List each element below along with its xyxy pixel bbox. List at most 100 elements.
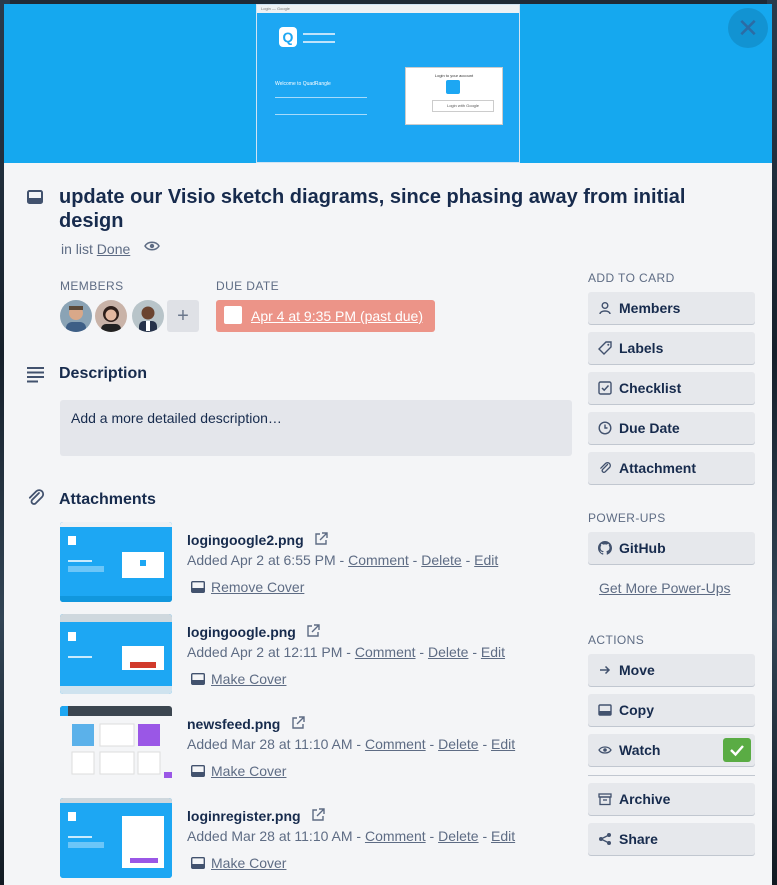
checklist-button[interactable]: Checklist — [588, 372, 755, 404]
attachment-delete-link[interactable]: Delete — [421, 552, 461, 568]
move-button-label: Move — [619, 662, 655, 678]
in-list-text: in list Done — [61, 241, 130, 257]
members-button-label: Members — [619, 300, 681, 316]
meta-separator: - — [478, 828, 492, 844]
due-complete-checkbox[interactable] — [224, 306, 242, 324]
share-button[interactable]: Share — [588, 823, 755, 855]
actions-divider — [588, 775, 755, 776]
due-date-button[interactable]: Due Date — [588, 412, 755, 444]
archive-icon — [598, 793, 612, 806]
move-button[interactable]: Move — [588, 654, 755, 686]
attachments-title: Attachments — [59, 491, 156, 508]
attachment-added: Added Mar 28 at 11:10 AM - — [187, 736, 365, 752]
attachment-delete-link[interactable]: Delete — [428, 644, 468, 660]
cover-image-welcome: Welcome to QuadRangle — [275, 81, 331, 87]
attachment-thumbnail[interactable] — [60, 706, 172, 786]
external-link-icon[interactable] — [291, 716, 305, 730]
eye-icon — [144, 241, 160, 251]
remove-cover-link[interactable]: Remove Cover — [211, 579, 304, 595]
cover-icon — [191, 581, 205, 593]
share-icon — [599, 833, 611, 845]
paperclip-icon — [28, 489, 45, 505]
attachment-thumbnail[interactable] — [60, 614, 172, 694]
meta-separator: - — [425, 828, 439, 844]
cover-icon — [191, 765, 205, 777]
avatar[interactable] — [132, 300, 164, 332]
github-button[interactable]: GitHub — [588, 532, 755, 564]
make-cover-link[interactable]: Make Cover — [211, 763, 286, 779]
attachment-name[interactable]: logingoogle2.png — [187, 532, 304, 548]
attachment-edit-link[interactable]: Edit — [491, 828, 515, 844]
add-to-card-heading: ADD TO CARD — [588, 271, 675, 285]
cover-image-logo-text — [303, 33, 335, 43]
meta-separator: - — [415, 644, 428, 660]
watch-button[interactable]: Watch — [588, 734, 755, 766]
attachment-name[interactable]: loginregister.png — [187, 808, 301, 824]
eye-icon — [598, 746, 612, 754]
github-button-label: GitHub — [619, 540, 666, 556]
members-button[interactable]: Members — [588, 292, 755, 324]
paperclip-icon — [600, 462, 611, 473]
members-label: MEMBERS — [60, 279, 124, 293]
attachment-edit-link[interactable]: Edit — [491, 736, 515, 752]
add-member-button[interactable]: + — [167, 300, 199, 332]
card-icon — [27, 190, 43, 204]
description-editor[interactable]: Add a more detailed description… — [60, 400, 572, 456]
attachment-comment-link[interactable]: Comment — [365, 736, 426, 752]
attachment-delete-link[interactable]: Delete — [438, 828, 478, 844]
make-cover-link[interactable]: Make Cover — [211, 855, 286, 871]
attachment-meta: Added Apr 2 at 6:55 PM - Comment - Delet… — [187, 552, 498, 568]
due-date-badge[interactable]: Apr 4 at 9:35 PM (past due) — [216, 300, 435, 332]
attachment-thumbnail[interactable] — [60, 522, 172, 602]
attachment-comment-link[interactable]: Comment — [355, 644, 416, 660]
cover-icon — [191, 857, 205, 869]
person-icon — [599, 302, 611, 315]
share-button-label: Share — [619, 831, 658, 847]
attachment-comment-link[interactable]: Comment — [348, 552, 409, 568]
card-title[interactable]: update our Visio sketch diagrams, since … — [59, 185, 699, 233]
check-icon — [730, 745, 744, 757]
attachment-meta: Added Mar 28 at 11:10 AM - Comment - Del… — [187, 736, 515, 752]
archive-button-label: Archive — [619, 791, 671, 807]
checklist-icon — [598, 381, 612, 395]
card-cover[interactable]: Login — Google Q Welcome to QuadRangle L… — [4, 4, 772, 163]
avatar[interactable] — [95, 300, 127, 332]
cover-image-login-box: Login to your account Login with Google — [405, 67, 503, 125]
github-icon — [598, 541, 612, 555]
get-more-power-ups-link[interactable]: Get More Power-Ups — [599, 580, 730, 596]
cover-image-logo: Q — [279, 27, 297, 47]
attachment-meta: Added Mar 28 at 11:10 AM - Comment - Del… — [187, 828, 515, 844]
external-link-icon[interactable] — [314, 532, 328, 546]
checklist-button-label: Checklist — [619, 380, 682, 396]
cover-image-text-lines — [275, 97, 367, 115]
attachment-delete-link[interactable]: Delete — [438, 736, 478, 752]
watch-button-label: Watch — [619, 742, 661, 758]
list-link[interactable]: Done — [97, 241, 130, 257]
external-link-icon[interactable] — [311, 808, 325, 822]
copy-button[interactable]: Copy — [588, 694, 755, 726]
actions-heading: ACTIONS — [588, 633, 645, 647]
attachment-thumbnail[interactable] — [60, 798, 172, 878]
external-link-icon[interactable] — [306, 624, 320, 638]
description-placeholder: Add a more detailed description… — [71, 410, 282, 426]
attachment-name[interactable]: newsfeed.png — [187, 716, 280, 732]
attachment-item: loginregister.png Added Mar 28 at 11:10 … — [60, 798, 580, 878]
arrow-right-icon — [600, 665, 611, 675]
attachment-edit-link[interactable]: Edit — [481, 644, 505, 660]
make-cover-link[interactable]: Make Cover — [211, 671, 286, 687]
attachment-added: Added Mar 28 at 11:10 AM - — [187, 828, 365, 844]
due-date-text[interactable]: Apr 4 at 9:35 PM (past due) — [251, 308, 423, 324]
cover-icon — [191, 673, 205, 685]
attachment-name[interactable]: logingoogle.png — [187, 624, 296, 640]
labels-button[interactable]: Labels — [588, 332, 755, 364]
meta-separator: - — [468, 644, 481, 660]
close-button[interactable]: ✕ — [728, 8, 768, 48]
attachment-comment-link[interactable]: Comment — [365, 828, 426, 844]
attachment-button[interactable]: Attachment — [588, 452, 755, 484]
archive-button[interactable]: Archive — [588, 783, 755, 815]
avatar[interactable] — [60, 300, 92, 332]
labels-button-label: Labels — [619, 340, 664, 356]
cover-image: Login — Google Q Welcome to QuadRangle L… — [256, 4, 520, 163]
attachment-edit-link[interactable]: Edit — [474, 552, 498, 568]
cover-image-login-prompt: Login to your account — [434, 73, 474, 78]
